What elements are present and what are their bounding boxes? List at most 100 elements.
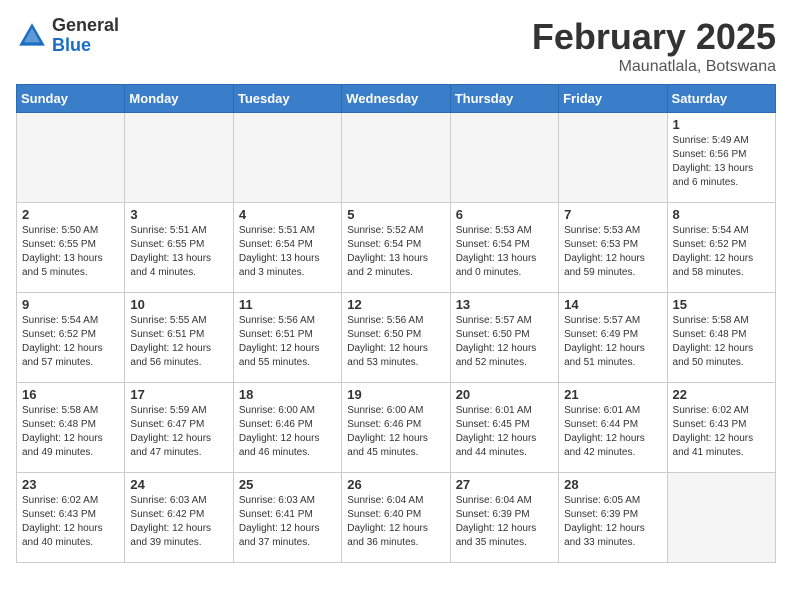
day-number: 26 <box>347 477 444 492</box>
day-cell: 3 Sunrise: 5:51 AMSunset: 6:55 PMDaylight… <box>125 203 233 293</box>
day-number: 16 <box>22 387 119 402</box>
day-info: Sunrise: 6:05 AMSunset: 6:39 PMDaylight:… <box>564 494 661 550</box>
logo: General Blue <box>16 16 119 56</box>
day-number: 12 <box>347 297 444 312</box>
day-cell <box>17 113 125 203</box>
day-info: Sunrise: 6:01 AMSunset: 6:44 PMDaylight:… <box>564 404 661 460</box>
location: Maunatlala, Botswana <box>532 58 776 76</box>
title-block: February 2025 Maunatlala, Botswana <box>532 16 776 76</box>
day-number: 6 <box>456 207 553 222</box>
day-cell: 28 Sunrise: 6:05 AMSunset: 6:39 PMDayligh… <box>559 473 667 563</box>
day-info: Sunrise: 5:58 AMSunset: 6:48 PMDaylight:… <box>673 314 770 370</box>
day-cell: 15 Sunrise: 5:58 AMSunset: 6:48 PMDayligh… <box>667 293 775 383</box>
day-cell: 21 Sunrise: 6:01 AMSunset: 6:44 PMDayligh… <box>559 383 667 473</box>
day-number: 22 <box>673 387 770 402</box>
calendar: SundayMondayTuesdayWednesdayThursdayFrid… <box>16 84 776 563</box>
day-number: 27 <box>456 477 553 492</box>
day-number: 9 <box>22 297 119 312</box>
day-number: 28 <box>564 477 661 492</box>
day-number: 19 <box>347 387 444 402</box>
day-cell: 13 Sunrise: 5:57 AMSunset: 6:50 PMDayligh… <box>450 293 558 383</box>
weekday-header-monday: Monday <box>125 85 233 113</box>
day-cell: 23 Sunrise: 6:02 AMSunset: 6:43 PMDayligh… <box>17 473 125 563</box>
day-number: 14 <box>564 297 661 312</box>
day-cell: 1 Sunrise: 5:49 AMSunset: 6:56 PMDaylight… <box>667 113 775 203</box>
day-info: Sunrise: 6:04 AMSunset: 6:39 PMDaylight:… <box>456 494 553 550</box>
day-info: Sunrise: 6:02 AMSunset: 6:43 PMDaylight:… <box>673 404 770 460</box>
day-cell: 12 Sunrise: 5:56 AMSunset: 6:50 PMDayligh… <box>342 293 450 383</box>
day-number: 24 <box>130 477 227 492</box>
day-cell <box>233 113 341 203</box>
day-cell <box>559 113 667 203</box>
day-info: Sunrise: 5:59 AMSunset: 6:47 PMDaylight:… <box>130 404 227 460</box>
day-cell: 19 Sunrise: 6:00 AMSunset: 6:46 PMDayligh… <box>342 383 450 473</box>
weekday-header-friday: Friday <box>559 85 667 113</box>
day-info: Sunrise: 5:54 AMSunset: 6:52 PMDaylight:… <box>22 314 119 370</box>
weekday-header-wednesday: Wednesday <box>342 85 450 113</box>
page-header: General Blue February 2025 Maunatlala, B… <box>16 16 776 76</box>
day-cell: 22 Sunrise: 6:02 AMSunset: 6:43 PMDayligh… <box>667 383 775 473</box>
logo-icon <box>16 20 48 52</box>
day-info: Sunrise: 6:00 AMSunset: 6:46 PMDaylight:… <box>347 404 444 460</box>
weekday-header-thursday: Thursday <box>450 85 558 113</box>
day-info: Sunrise: 5:56 AMSunset: 6:50 PMDaylight:… <box>347 314 444 370</box>
day-number: 2 <box>22 207 119 222</box>
day-info: Sunrise: 6:00 AMSunset: 6:46 PMDaylight:… <box>239 404 336 460</box>
day-info: Sunrise: 5:57 AMSunset: 6:50 PMDaylight:… <box>456 314 553 370</box>
day-cell <box>450 113 558 203</box>
day-number: 20 <box>456 387 553 402</box>
day-info: Sunrise: 5:58 AMSunset: 6:48 PMDaylight:… <box>22 404 119 460</box>
day-number: 23 <box>22 477 119 492</box>
day-number: 13 <box>456 297 553 312</box>
day-number: 10 <box>130 297 227 312</box>
day-number: 1 <box>673 117 770 132</box>
day-number: 7 <box>564 207 661 222</box>
day-cell: 4Sunrise: 5:51 AMSunset: 6:54 PMDaylight… <box>233 203 341 293</box>
logo-blue: Blue <box>52 35 91 55</box>
day-number: 17 <box>130 387 227 402</box>
day-cell <box>667 473 775 563</box>
day-info: Sunrise: 5:57 AMSunset: 6:49 PMDaylight:… <box>564 314 661 370</box>
day-cell: 9 Sunrise: 5:54 AMSunset: 6:52 PMDaylight… <box>17 293 125 383</box>
day-info: Sunrise: 5:53 AMSunset: 6:54 PMDaylight:… <box>456 224 553 280</box>
day-number: 5 <box>347 207 444 222</box>
day-number: 15 <box>673 297 770 312</box>
logo-text: General Blue <box>52 16 119 56</box>
logo-general: General <box>52 15 119 35</box>
day-cell: 27 Sunrise: 6:04 AMSunset: 6:39 PMDayligh… <box>450 473 558 563</box>
weekday-header-tuesday: Tuesday <box>233 85 341 113</box>
weekday-header-row: SundayMondayTuesdayWednesdayThursdayFrid… <box>17 85 776 113</box>
day-info: Sunrise: 5:56 AMSunset: 6:51 PMDaylight:… <box>239 314 336 370</box>
day-cell: 20 Sunrise: 6:01 AMSunset: 6:45 PMDayligh… <box>450 383 558 473</box>
week-row-1: 1 Sunrise: 5:49 AMSunset: 6:56 PMDaylight… <box>17 113 776 203</box>
day-number: 4 <box>239 207 336 222</box>
day-number: 18 <box>239 387 336 402</box>
day-cell <box>125 113 233 203</box>
day-info: Sunrise: 5:54 AMSunset: 6:52 PMDaylight:… <box>673 224 770 280</box>
day-cell: 14 Sunrise: 5:57 AMSunset: 6:49 PMDayligh… <box>559 293 667 383</box>
day-info: Sunrise: 5:55 AMSunset: 6:51 PMDaylight:… <box>130 314 227 370</box>
week-row-2: 2 Sunrise: 5:50 AMSunset: 6:55 PMDaylight… <box>17 203 776 293</box>
day-info: Sunrise: 6:04 AMSunset: 6:40 PMDaylight:… <box>347 494 444 550</box>
weekday-header-saturday: Saturday <box>667 85 775 113</box>
day-info: Sunrise: 5:50 AMSunset: 6:55 PMDaylight:… <box>22 224 119 280</box>
day-info: Sunrise: 5:51 AMSunset: 6:55 PMDaylight:… <box>130 224 227 280</box>
day-number: 3 <box>130 207 227 222</box>
weekday-header-sunday: Sunday <box>17 85 125 113</box>
day-number: 21 <box>564 387 661 402</box>
month-title: February 2025 <box>532 16 776 58</box>
week-row-3: 9 Sunrise: 5:54 AMSunset: 6:52 PMDaylight… <box>17 293 776 383</box>
day-cell: 17 Sunrise: 5:59 AMSunset: 6:47 PMDayligh… <box>125 383 233 473</box>
day-info: Sunrise: 6:02 AMSunset: 6:43 PMDaylight:… <box>22 494 119 550</box>
day-cell: 18 Sunrise: 6:00 AMSunset: 6:46 PMDayligh… <box>233 383 341 473</box>
day-info: Sunrise: 5:52 AMSunset: 6:54 PMDaylight:… <box>347 224 444 280</box>
day-info: Sunrise: 6:01 AMSunset: 6:45 PMDaylight:… <box>456 404 553 460</box>
day-cell: 5 Sunrise: 5:52 AMSunset: 6:54 PMDaylight… <box>342 203 450 293</box>
week-row-4: 16 Sunrise: 5:58 AMSunset: 6:48 PMDayligh… <box>17 383 776 473</box>
day-cell: 6 Sunrise: 5:53 AMSunset: 6:54 PMDaylight… <box>450 203 558 293</box>
day-cell: 10 Sunrise: 5:55 AMSunset: 6:51 PMDayligh… <box>125 293 233 383</box>
day-cell: 26 Sunrise: 6:04 AMSunset: 6:40 PMDayligh… <box>342 473 450 563</box>
day-info: Sunrise: 5:49 AMSunset: 6:56 PMDaylight:… <box>673 134 770 190</box>
day-info: Sunrise: 6:03 AMSunset: 6:42 PMDaylight:… <box>130 494 227 550</box>
day-cell: 16 Sunrise: 5:58 AMSunset: 6:48 PMDayligh… <box>17 383 125 473</box>
